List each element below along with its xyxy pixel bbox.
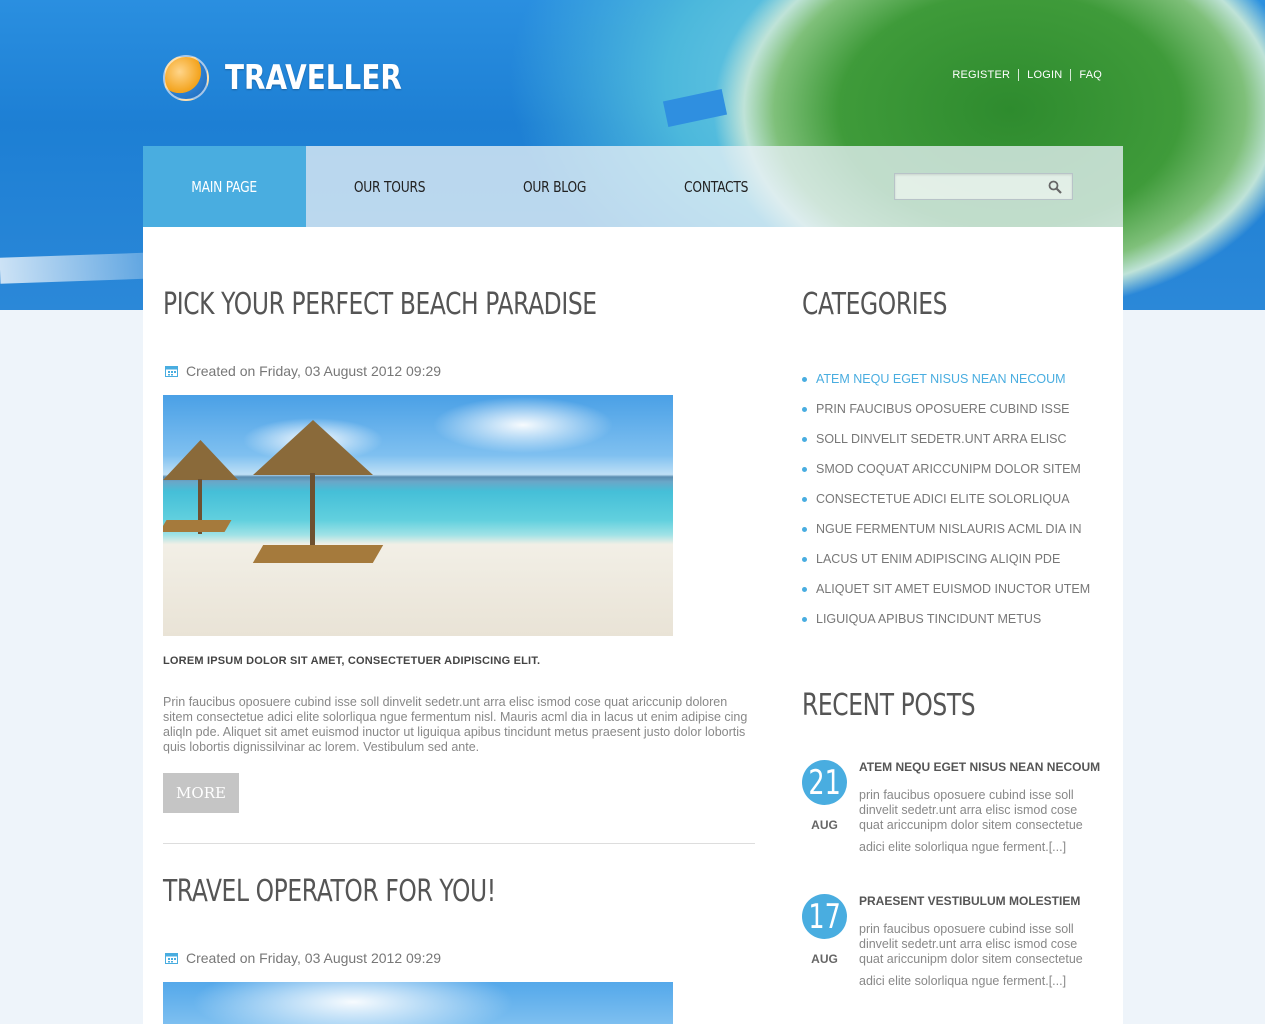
main-nav: MAIN PAGE OUR TOURS OUR BLOG CONTACTS: [143, 146, 1123, 227]
bullet-icon: [802, 436, 807, 442]
bullet-icon: [802, 466, 807, 472]
bullet-icon: [802, 376, 807, 382]
categories-heading: CATEGORIES: [802, 287, 948, 322]
link-separator: [1018, 69, 1020, 81]
post-meta: Created on Friday, 03 August 2012 09:29: [165, 950, 441, 966]
category-item[interactable]: ATEM NEQU EGET NISUS NEAN NECOUM: [802, 364, 1090, 394]
link-separator: [1070, 69, 1072, 81]
recent-post-excerpt: prin faucibus oposuere cubind isse soll …: [859, 922, 1083, 966]
nav-contacts[interactable]: CONTACTS: [636, 146, 796, 227]
post-image-beach[interactable]: [163, 395, 673, 636]
login-link[interactable]: LOGIN: [1027, 69, 1062, 81]
register-link[interactable]: REGISTER: [952, 69, 1010, 81]
brand-name: TRAVELLER: [225, 58, 402, 98]
search-icon[interactable]: [1048, 180, 1062, 194]
logo[interactable]: TRAVELLER: [163, 55, 441, 101]
category-item[interactable]: SOLL DINVELIT SEDETR.UNT ARRA ELISC: [802, 424, 1090, 454]
search-input[interactable]: [895, 174, 1035, 199]
date-day: 17: [808, 896, 841, 937]
post-date: Created on Friday, 03 August 2012 09:29: [186, 363, 442, 379]
category-label: SOLL DINVELIT SEDETR.UNT ARRA ELISC: [816, 432, 1067, 446]
category-label: ATEM NEQU EGET NISUS NEAN NECOUM: [816, 372, 1066, 386]
category-label: CONSECTETUE ADICI ELITE SOLORLIQUA: [816, 492, 1070, 506]
category-label: LIGUIQUA APIBUS TINCIDUNT METUS: [816, 612, 1042, 626]
umbrella: [253, 420, 373, 475]
category-label: SMOD COQUAT ARICCUNIPM DOLOR SITEM: [816, 462, 1081, 476]
search-box: [894, 173, 1073, 200]
category-label: ALIQUET SIT AMET EUISMOD INUCTOR UTEM: [816, 582, 1091, 596]
recent-posts-heading: RECENT POSTS: [802, 688, 976, 723]
nav-our-blog[interactable]: OUR BLOG: [474, 146, 636, 227]
post-lead: LOREM IPSUM DOLOR SIT AMET, CONSECTETUER…: [163, 655, 541, 667]
category-item[interactable]: LIGUIQUA APIBUS TINCIDUNT METUS: [802, 604, 1090, 634]
bullet-icon: [802, 496, 807, 502]
calendar-icon: [165, 953, 178, 964]
divider: [163, 843, 755, 844]
bullet-icon: [802, 586, 807, 592]
category-label: NGUE FERMENTUM NISLAURIS ACML DIA IN: [816, 522, 1082, 536]
recent-post-title[interactable]: PRAESENT VESTIBULUM MOLESTIEM: [859, 894, 1080, 908]
category-item[interactable]: ALIQUET SIT AMET EUISMOD INUCTOR UTEM: [802, 574, 1090, 604]
recent-post: 17 AUG PRAESENT VESTIBULUM MOLESTIEM pri…: [802, 894, 1112, 1014]
recent-post-excerpt-end[interactable]: adici elite solorliqua ngue ferment.[...…: [859, 840, 1066, 854]
nav-our-tours[interactable]: OUR TOURS: [306, 146, 474, 227]
category-item[interactable]: SMOD COQUAT ARICCUNIPM DOLOR SITEM: [802, 454, 1090, 484]
post-body: Prin faucibus oposuere cubind isse soll …: [163, 695, 748, 754]
category-item[interactable]: LACUS UT ENIM ADIPISCING ALIQIN PDE: [802, 544, 1090, 574]
globe-icon: [163, 55, 209, 101]
post-date: Created on Friday, 03 August 2012 09:29: [186, 950, 442, 966]
post-meta: Created on Friday, 03 August 2012 09:29: [165, 363, 441, 379]
boat-wake: [0, 252, 161, 284]
nav-label: CONTACTS: [683, 177, 749, 196]
recent-post: 21 AUG ATEM NEQU EGET NISUS NEAN NECOUM …: [802, 760, 1112, 880]
category-item[interactable]: NGUE FERMENTUM NISLAURIS ACML DIA IN: [802, 514, 1090, 544]
calendar-icon: [165, 366, 178, 377]
bullet-icon: [802, 526, 807, 532]
island-hut: [662, 89, 728, 127]
sun-lounger: [252, 545, 384, 563]
date-day: 21: [808, 762, 841, 803]
category-item[interactable]: PRIN FAUCIBUS OPOSUERE CUBIND ISSE: [802, 394, 1090, 424]
umbrella: [163, 440, 238, 480]
date-badge: 21: [802, 760, 847, 805]
post-title[interactable]: TRAVEL OPERATOR FOR YOU!: [163, 874, 496, 909]
bullet-icon: [802, 406, 807, 412]
more-button[interactable]: MORE: [163, 773, 239, 813]
sun-lounger: [163, 520, 232, 532]
faq-link[interactable]: FAQ: [1079, 69, 1102, 81]
bullet-icon: [802, 616, 807, 622]
date-badge: 17: [802, 894, 847, 939]
nav-main-page[interactable]: MAIN PAGE: [143, 146, 306, 227]
bullet-icon: [802, 556, 807, 562]
categories-list: ATEM NEQU EGET NISUS NEAN NECOUM PRIN FA…: [802, 364, 1090, 634]
nav-label: MAIN PAGE: [191, 177, 258, 196]
recent-post-excerpt: prin faucibus oposuere cubind isse soll …: [859, 788, 1083, 832]
date-month: AUG: [811, 952, 838, 966]
recent-post-excerpt-end[interactable]: adici elite solorliqua ngue ferment.[...…: [859, 974, 1066, 988]
category-item[interactable]: CONSECTETUE ADICI ELITE SOLORLIQUA: [802, 484, 1090, 514]
date-month: AUG: [811, 818, 838, 832]
nav-label: OUR BLOG: [523, 177, 587, 196]
content-panel: PICK YOUR PERFECT BEACH PARADISE Created…: [143, 227, 1123, 1024]
post-title[interactable]: PICK YOUR PERFECT BEACH PARADISE: [163, 287, 597, 322]
recent-post-title[interactable]: ATEM NEQU EGET NISUS NEAN NECOUM: [859, 760, 1100, 774]
post-image-sky[interactable]: [163, 982, 673, 1024]
nav-label: OUR TOURS: [354, 177, 426, 196]
category-label: PRIN FAUCIBUS OPOSUERE CUBIND ISSE: [816, 402, 1070, 416]
top-links: REGISTER LOGIN FAQ: [952, 69, 1102, 81]
category-label: LACUS UT ENIM ADIPISCING ALIQIN PDE: [816, 552, 1061, 566]
